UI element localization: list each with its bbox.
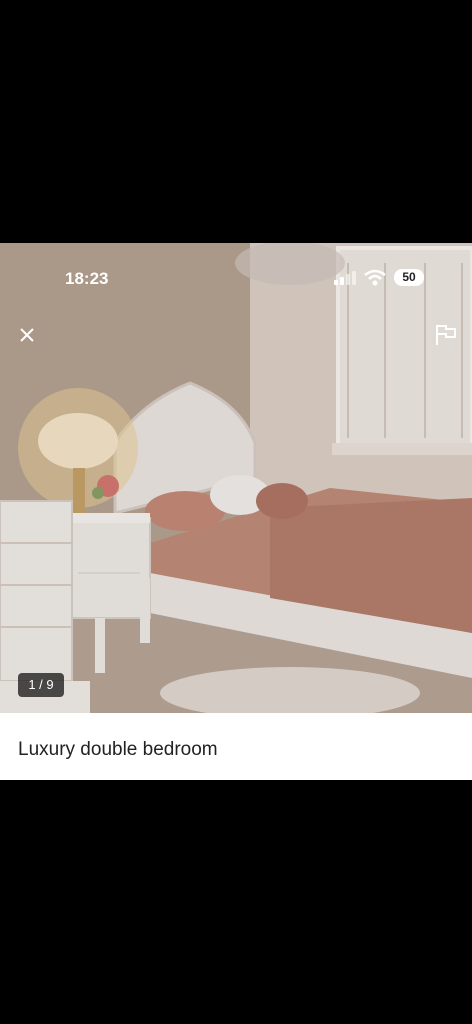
listing-viewer: 18:23 50 1 / 9 Luxury double bedroom: [0, 243, 472, 780]
status-bar: 18:23 50: [0, 263, 472, 293]
flag-icon: [436, 325, 456, 345]
status-time: 18:23: [65, 269, 109, 288]
close-button[interactable]: [13, 321, 41, 349]
bedroom-photo-illustration: [0, 243, 472, 713]
listing-title: Luxury double bedroom: [18, 739, 218, 760]
report-button[interactable]: [432, 321, 460, 349]
close-icon: [20, 328, 34, 342]
battery-icon: 50: [394, 269, 424, 286]
listing-photo[interactable]: 18:23 50 1 / 9: [0, 243, 472, 713]
listing-caption: Luxury double bedroom: [0, 713, 472, 780]
photo-counter: 1 / 9: [18, 673, 64, 697]
